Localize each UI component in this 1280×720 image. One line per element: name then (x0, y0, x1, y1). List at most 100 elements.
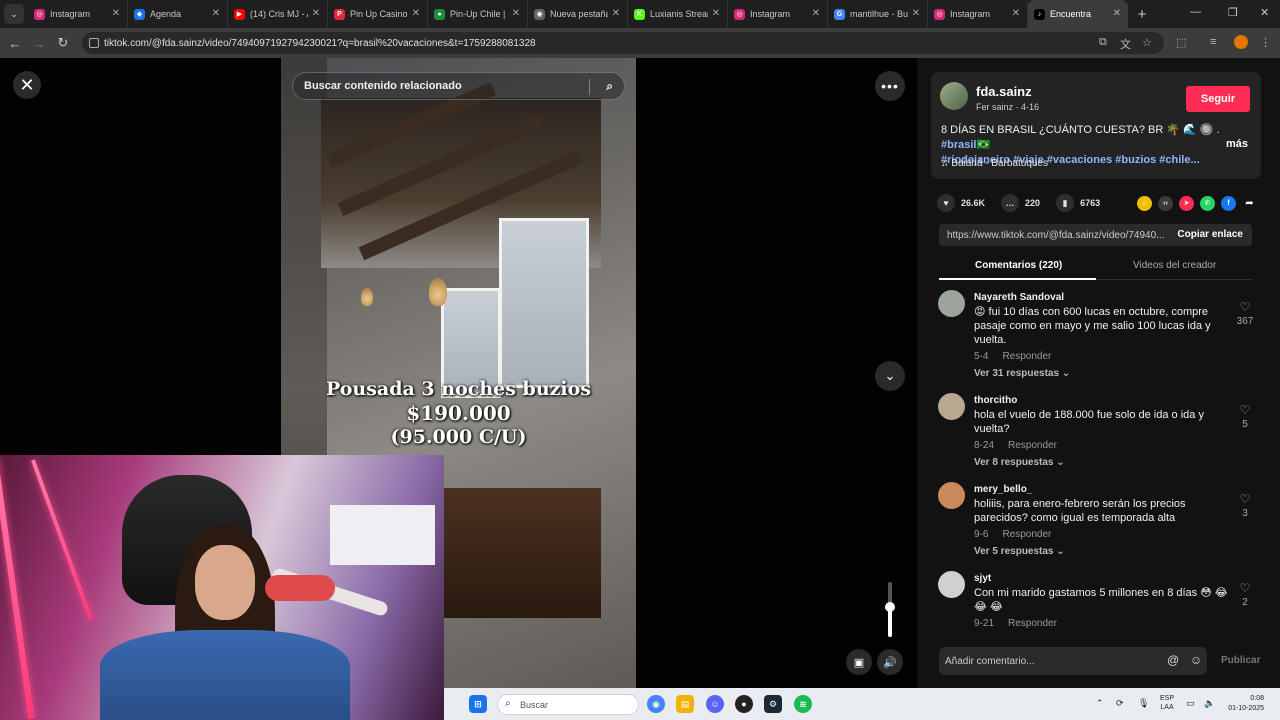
comment-icon[interactable]: … (1001, 194, 1020, 212)
more-description-link[interactable]: más (1226, 138, 1248, 150)
browser-tab[interactable]: ◎ Instagram ✕ (728, 0, 828, 28)
address-bar[interactable]: tiktok.com/@fda.sainz/video/749409719279… (82, 32, 1164, 54)
forward-icon[interactable]: → (27, 36, 51, 51)
commenter-name[interactable]: mery_bello_ (974, 484, 1032, 495)
menu-kebab-icon[interactable]: ⋮ (1260, 36, 1271, 49)
author-avatar[interactable] (940, 82, 968, 110)
share-arrow-icon[interactable]: ➦ (1242, 196, 1257, 211)
input-language[interactable]: ESP LAA (1160, 694, 1174, 712)
browser-tab[interactable]: ♪ Encuentra ✕ (1028, 0, 1128, 28)
tab-close-icon[interactable]: ✕ (412, 8, 420, 19)
commenter-name[interactable]: thorcitho (974, 395, 1017, 406)
system-clock[interactable]: 0:08 01-10-2025 (1224, 694, 1264, 714)
browser-tab[interactable]: P Pin Up Casino ✕ (328, 0, 428, 28)
tab-close-icon[interactable]: ✕ (112, 8, 120, 19)
view-replies-button[interactable]: Ver 5 respuestas ⌄ (974, 546, 1065, 557)
mute-button[interactable]: 🔊 (877, 649, 903, 675)
browser-tab[interactable]: ◉ Nueva pestaña ✕ (528, 0, 628, 28)
commenter-avatar[interactable] (938, 482, 965, 509)
comment-like-heart-icon[interactable]: ♡ (1234, 492, 1256, 506)
emoji-icon[interactable]: ☺ (1190, 653, 1202, 667)
comment-input[interactable]: Añadir comentario... @ ☺ (939, 647, 1207, 675)
comment-like-heart-icon[interactable]: ♡ (1234, 403, 1256, 417)
tab-close-icon[interactable]: ✕ (1113, 8, 1121, 19)
coin-icon[interactable]: ○ (1137, 195, 1152, 211)
tab-close-icon[interactable]: ✕ (212, 8, 220, 19)
view-replies-button[interactable]: Ver 8 respuestas ⌄ (974, 457, 1065, 468)
tray-chevron-icon[interactable]: ⌃ (1096, 698, 1104, 709)
sync-icon[interactable]: ⟳ (1116, 698, 1124, 709)
mention-icon[interactable]: @ (1167, 653, 1179, 667)
tab-close-icon[interactable]: ✕ (612, 8, 620, 19)
publish-button[interactable]: Publicar (1221, 655, 1260, 666)
extensions-icon[interactable]: ⬚ (1176, 36, 1186, 49)
tab-creator-videos[interactable]: Videos del creador (1133, 260, 1216, 271)
copy-link-button[interactable]: Copiar enlace (1177, 229, 1243, 240)
related-search-input[interactable]: Buscar contenido relacionado ⌕ (292, 72, 625, 100)
browser-tab[interactable]: ● Pin-Up Chile | ✕ (428, 0, 528, 28)
tab-close-icon[interactable]: ✕ (812, 8, 820, 19)
back-icon[interactable]: ← (3, 36, 27, 51)
site-info-icon[interactable] (89, 38, 99, 48)
reply-button[interactable]: Responder (1002, 351, 1051, 362)
media-control-icon[interactable]: ≡ (1210, 36, 1216, 48)
browser-tab[interactable]: ◆ Agenda ✕ (128, 0, 228, 28)
new-tab-button[interactable]: + (1128, 6, 1156, 23)
windows-start-icon[interactable]: ⊞ (469, 695, 487, 713)
tab-search-button[interactable]: ⌄ (0, 0, 28, 28)
tab-close-icon[interactable]: ✕ (312, 8, 320, 19)
reply-button[interactable]: Responder (1002, 529, 1051, 540)
minimize-icon[interactable]: — (1190, 6, 1201, 18)
comment-like-heart-icon[interactable]: ♡ (1234, 300, 1256, 314)
close-window-icon[interactable]: ✕ (1260, 6, 1269, 19)
view-replies-button[interactable]: Ver 31 respuestas ⌄ (974, 368, 1070, 379)
whatsapp-icon[interactable]: ✆ (1200, 195, 1215, 211)
bookmark-star-icon[interactable]: ☆ (1142, 36, 1152, 49)
commenter-avatar[interactable] (938, 571, 965, 598)
profile-avatar[interactable] (1234, 35, 1248, 49)
tab-close-icon[interactable]: ✕ (912, 8, 920, 19)
floating-player-button[interactable]: ▣ (846, 649, 872, 675)
tab-comments[interactable]: Comentarios (220) (975, 260, 1062, 271)
commenter-avatar[interactable] (938, 393, 965, 420)
tab-close-icon[interactable]: ✕ (712, 8, 720, 19)
hashtag-brasil[interactable]: #brasil🇧🇷 (941, 139, 990, 151)
spotify-icon[interactable]: ≋ (794, 695, 812, 713)
reply-button[interactable]: Responder (1008, 440, 1057, 451)
close-video-button[interactable]: ✕ (13, 71, 41, 99)
translate-icon[interactable]: 文 (1120, 36, 1131, 52)
reload-icon[interactable]: ↻ (51, 35, 75, 51)
heart-icon[interactable]: ♥ (937, 194, 955, 212)
commenter-avatar[interactable] (938, 290, 965, 317)
chrome-icon[interactable]: ◉ (647, 695, 665, 713)
send-icon[interactable]: ➤ (1179, 195, 1194, 211)
music-track[interactable]: ♫ Baianá - Barbatuques (941, 158, 1048, 169)
discord-icon[interactable]: ☺ (706, 695, 724, 713)
steam-icon[interactable]: ⚙ (764, 695, 782, 713)
volume-icon[interactable]: 🔈 (1204, 698, 1215, 709)
browser-tab[interactable]: Gmantilhue - Bu ✕ (828, 0, 928, 28)
more-options-button[interactable]: ••• (875, 71, 905, 101)
taskbar-search[interactable]: ⌕ Buscar (497, 694, 639, 715)
tab-close-icon[interactable]: ✕ (1012, 8, 1020, 19)
monitor-icon[interactable]: ▭ (1186, 698, 1195, 709)
file-explorer-icon[interactable]: ▤ (676, 695, 694, 713)
follow-button[interactable]: Seguir (1186, 86, 1250, 112)
embed-icon[interactable]: ‹› (1158, 195, 1173, 211)
browser-tab[interactable]: ▶ (14) Cris MJ - A ✕ (228, 0, 328, 28)
browser-tab[interactable]: ◎ Instagram ✕ (928, 0, 1028, 28)
browser-tab[interactable]: K Luxianis Stream ✕ (628, 0, 728, 28)
microphone-icon[interactable]: 🎙 (1138, 698, 1149, 709)
share-link-text[interactable]: https://www.tiktok.com/@fda.sainz/video/… (939, 230, 1169, 241)
bookmark-icon[interactable]: ▮ (1056, 194, 1075, 212)
search-icon[interactable]: ⌕ (606, 79, 613, 94)
tab-close-icon[interactable]: ✕ (512, 8, 520, 19)
obs-icon[interactable]: ● (735, 695, 753, 713)
volume-handle[interactable] (885, 601, 895, 612)
commenter-name[interactable]: Nayareth Sandoval (974, 292, 1064, 303)
reply-button[interactable]: Responder (1008, 618, 1057, 629)
comment-like-heart-icon[interactable]: ♡ (1234, 581, 1256, 595)
install-icon[interactable]: ⧉ (1099, 36, 1107, 49)
next-video-button[interactable]: ⌄ (875, 361, 905, 391)
commenter-name[interactable]: sjyt (974, 573, 991, 584)
